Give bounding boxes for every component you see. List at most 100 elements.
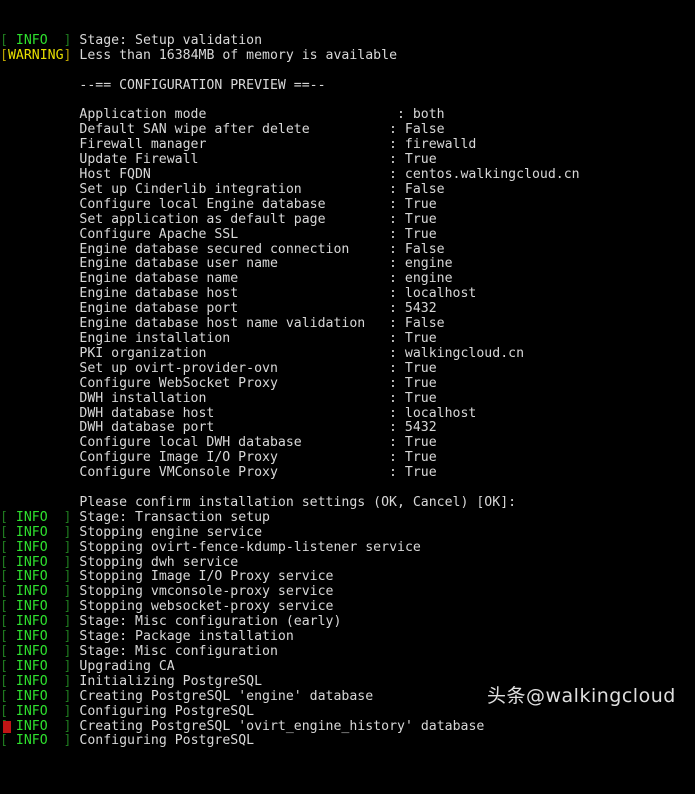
log-level-bracket-open: [ xyxy=(0,48,8,63)
log-level-label: INFO xyxy=(7,689,64,704)
log-message: Stage: Misc configuration xyxy=(71,645,278,659)
log-level-label: INFO xyxy=(7,570,64,585)
terminal-line: [ INFO ] Configuring PostgreSQL xyxy=(0,734,695,749)
terminal-text: Configure Image I/O Proxy : True xyxy=(0,451,437,466)
terminal-line: DWH installation : True xyxy=(0,392,695,407)
terminal-line: Host FQDN : centos.walkingcloud.cn xyxy=(0,168,695,183)
log-message: Configuring PostgreSQL xyxy=(71,704,255,719)
terminal-line: Engine database secured connection : Fal… xyxy=(0,243,695,258)
terminal-line: Set application as default page : True xyxy=(0,213,695,228)
log-level-label: INFO xyxy=(7,719,64,734)
log-level-label: INFO xyxy=(7,630,64,645)
log-level-bracket-open: [ xyxy=(0,600,8,615)
terminal-line: DWH database port : 5432 xyxy=(0,421,695,436)
log-level-bracket-close: ] xyxy=(63,734,72,749)
terminal-line: [ INFO ] Creating PostgreSQL 'ovirt_engi… xyxy=(0,720,695,735)
terminal-line: Engine database user name : engine xyxy=(0,257,695,272)
terminal-text: Firewall manager : firewalld xyxy=(0,138,477,153)
terminal-text: Configure Apache SSL : True xyxy=(0,227,437,242)
terminal-text: Application mode : both xyxy=(0,108,445,123)
log-level-label: INFO xyxy=(7,645,64,659)
terminal-line: Engine installation : True xyxy=(0,332,695,347)
terminal-text: Engine database port : 5432 xyxy=(0,302,437,317)
log-message: Stage: Transaction setup xyxy=(71,510,270,525)
terminal-line: DWH database host : localhost xyxy=(0,407,695,422)
terminal-line: [ INFO ] Stage: Transaction setup xyxy=(0,511,695,526)
log-message: Upgrading CA xyxy=(71,659,175,674)
terminal-text: DWH installation : True xyxy=(0,391,437,406)
terminal-line: [ INFO ] Stopping websocket-proxy servic… xyxy=(0,600,695,615)
terminal-line: Configure WebSocket Proxy : True xyxy=(0,377,695,392)
terminal-text: Engine installation : True xyxy=(0,331,437,346)
terminal-line: Engine database port : 5432 xyxy=(0,302,695,317)
log-level-bracket-open: [ xyxy=(0,510,8,525)
terminal-line: PKI organization : walkingcloud.cn xyxy=(0,347,695,362)
watermark-label: 头条@walkingcloud xyxy=(487,685,676,707)
log-level-label: INFO xyxy=(7,510,64,525)
terminal-text: Engine database name : engine xyxy=(0,272,453,287)
log-level-bracket-open: [ xyxy=(0,674,8,689)
log-level-bracket-open: [ xyxy=(0,585,8,600)
terminal-text: Set up Cinderlib integration : False xyxy=(0,182,445,197)
terminal-text: Set up ovirt-provider-ovn : True xyxy=(0,361,437,376)
terminal-line: [ INFO ] Stopping Image I/O Proxy servic… xyxy=(0,570,695,585)
terminal-text: Configure WebSocket Proxy : True xyxy=(0,376,437,391)
log-level-label: INFO xyxy=(7,600,64,615)
log-message: Stopping ovirt-fence-kdump-listener serv… xyxy=(71,540,421,555)
log-level-bracket-open: [ xyxy=(0,630,8,645)
log-message: Initializing PostgreSQL xyxy=(71,674,263,689)
terminal-line: [ INFO ] Stage: Package installation xyxy=(0,630,695,645)
terminal-line-list: [ INFO ] Stage: Setup validation [WARNING… xyxy=(0,34,695,750)
terminal-line: [ INFO ] Stopping ovirt-fence-kdump-list… xyxy=(0,541,695,556)
terminal-text: Engine database user name : engine xyxy=(0,257,453,272)
terminal-text: Host FQDN : centos.walkingcloud.cn xyxy=(0,168,580,182)
log-level-label: INFO xyxy=(7,33,64,48)
terminal-line: Firewall manager : firewalld xyxy=(0,138,695,153)
terminal-text: Configure local Engine database : True xyxy=(0,197,437,212)
terminal-line: Configure local DWH database : True xyxy=(0,436,695,451)
log-message: Configuring PostgreSQL xyxy=(71,734,255,749)
log-level-label: INFO xyxy=(7,674,64,689)
terminal-line: Engine database name : engine xyxy=(0,272,695,287)
terminal-output[interactable]: [ INFO ] Stage: Setup validation [WARNING… xyxy=(0,0,695,748)
log-message: Stopping vmconsole-proxy service xyxy=(71,585,334,600)
terminal-line: Application mode : both xyxy=(0,108,695,123)
terminal-text: DWH database host : localhost xyxy=(0,406,477,421)
terminal-line: [ INFO ] Stopping engine service xyxy=(0,526,695,541)
terminal-line: Set up ovirt-provider-ovn : True xyxy=(0,362,695,377)
log-level-bracket-open: [ xyxy=(0,33,8,48)
terminal-line: Configure VMConsole Proxy : True xyxy=(0,466,695,481)
terminal-line: [ INFO ] Stopping vmconsole-proxy servic… xyxy=(0,585,695,600)
log-level-label: INFO xyxy=(7,659,64,674)
log-level-label: INFO xyxy=(7,704,64,719)
terminal-line: Set up Cinderlib integration : False xyxy=(0,183,695,198)
terminal-line: [ INFO ] Upgrading CA xyxy=(0,660,695,675)
log-message: Stopping websocket-proxy service xyxy=(71,600,334,615)
terminal-text: Please confirm installation settings (OK… xyxy=(0,495,517,510)
terminal-line: Configure Apache SSL : True xyxy=(0,228,695,243)
terminal-text: Engine database host : localhost xyxy=(0,287,477,302)
log-level-label: INFO xyxy=(7,555,64,570)
terminal-text: Update Firewall : True xyxy=(0,153,437,168)
terminal-line: [ INFO ] Stage: Setup validation xyxy=(0,34,695,49)
log-message: Stage: Setup validation xyxy=(71,33,263,48)
log-message: Stopping engine service xyxy=(71,525,263,540)
text-cursor xyxy=(3,721,11,733)
log-level-label: INFO xyxy=(7,525,64,540)
log-level-label: INFO xyxy=(7,540,64,555)
log-message: Stopping dwh service xyxy=(71,555,239,570)
log-level-label: INFO xyxy=(7,585,64,600)
log-message: Stage: Package installation xyxy=(71,630,294,645)
log-level-bracket-open: [ xyxy=(0,540,8,555)
log-level-bracket-open: [ xyxy=(0,525,8,540)
terminal-line: [ INFO ] Stopping dwh service xyxy=(0,556,695,571)
log-level-bracket-open: [ xyxy=(0,615,8,630)
terminal-line: Update Firewall : True xyxy=(0,153,695,168)
terminal-line: [WARNING] Less than 16384MB of memory is… xyxy=(0,49,695,64)
log-level-bracket-open: [ xyxy=(0,555,8,570)
terminal-text: Set application as default page : True xyxy=(0,212,437,227)
terminal-line: [ INFO ] Stage: Misc configuration xyxy=(0,645,695,660)
